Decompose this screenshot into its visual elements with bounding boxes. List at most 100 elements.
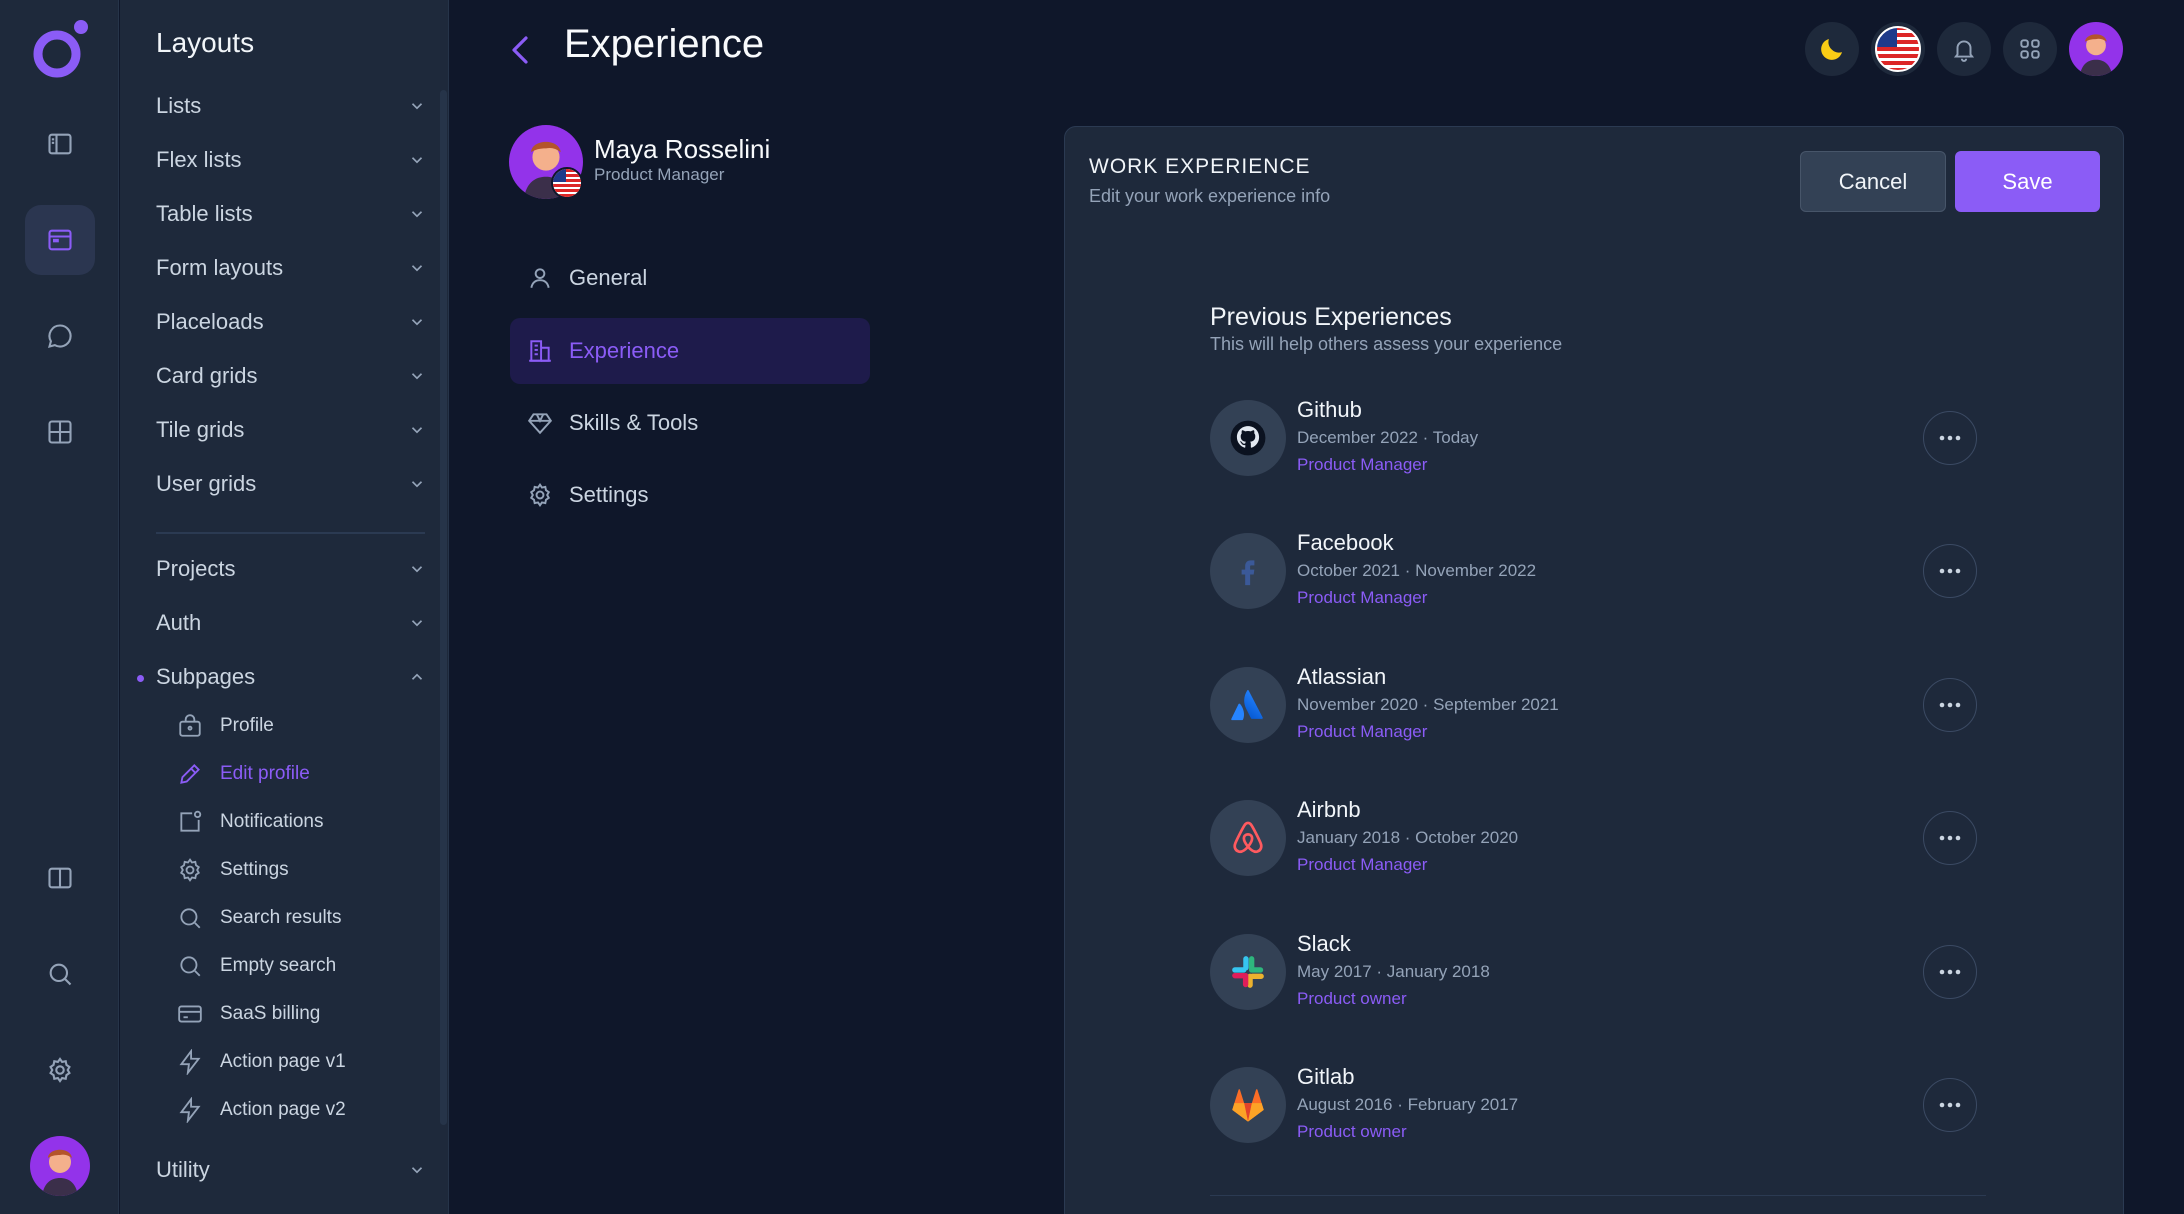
- profile-name: Maya Rosselini: [594, 134, 771, 164]
- tab-experience[interactable]: Experience: [510, 318, 870, 384]
- menu-item-tile-grids[interactable]: Tile grids: [156, 410, 426, 450]
- work-experience-card: WORK EXPERIENCE Edit your work experienc…: [1064, 126, 2124, 1214]
- experience-dates: January 2018 · October 2020: [1297, 828, 1519, 847]
- chevron-down-icon: [411, 265, 423, 272]
- more-options-button[interactable]: [1923, 544, 1977, 598]
- lock-icon: [176, 712, 204, 740]
- menu-item-card-grids[interactable]: Card grids: [156, 356, 426, 396]
- menu-item-auth[interactable]: Auth: [156, 603, 426, 643]
- chevron-down-icon: [411, 157, 423, 164]
- more-options-button[interactable]: [1923, 1078, 1977, 1132]
- subpage-label: Notifications: [220, 811, 324, 832]
- ellipsis-icon: [1939, 835, 1961, 841]
- atlassian-icon: [1210, 667, 1286, 743]
- section-subtitle: This will help others assess your experi…: [1210, 334, 1563, 354]
- slack-icon: [1210, 934, 1286, 1010]
- columns-icon[interactable]: [25, 843, 95, 913]
- subpage-profile[interactable]: Profile: [176, 708, 274, 744]
- menu-item-lists[interactable]: Lists: [156, 86, 426, 126]
- subpage-edit-profile[interactable]: Edit profile: [176, 756, 310, 792]
- card-subtitle: Edit your work experience info: [1089, 186, 1331, 206]
- experience-role[interactable]: Product Manager: [1297, 588, 1427, 608]
- tab-label: Experience: [569, 338, 680, 363]
- us-flag-icon: [551, 167, 583, 199]
- menu-item-label: Tile grids: [156, 417, 245, 442]
- experience-dates: December 2022 · Today: [1297, 428, 1479, 447]
- menu-item-form-layouts[interactable]: Form layouts: [156, 248, 426, 288]
- search-icon[interactable]: [25, 939, 95, 1009]
- notification-square-icon: [176, 808, 204, 836]
- lightning-icon: [176, 1096, 204, 1124]
- back-arrow-icon[interactable]: [505, 30, 535, 70]
- experience-role[interactable]: Product owner: [1297, 989, 1407, 1009]
- apps-button[interactable]: [2003, 22, 2057, 76]
- menu-divider: [156, 532, 425, 534]
- experience-item: Github December 2022 · Today Product Man…: [1210, 397, 1986, 479]
- menu-item-placeloads[interactable]: Placeloads: [156, 302, 426, 342]
- subpage-action-page-v2[interactable]: Action page v2: [176, 1092, 346, 1128]
- menu-item-subpages[interactable]: Subpages: [156, 657, 426, 697]
- pencil-icon: [176, 760, 204, 788]
- more-options-button[interactable]: [1923, 811, 1977, 865]
- tab-skills-tools[interactable]: Skills & Tools: [510, 390, 870, 456]
- subpage-saas-billing[interactable]: SaaS billing: [176, 996, 320, 1032]
- bell-icon: [1953, 40, 1975, 62]
- grid-icon[interactable]: [25, 397, 95, 467]
- gear-icon[interactable]: [25, 1035, 95, 1105]
- subpage-empty-search[interactable]: Empty search: [176, 948, 336, 984]
- language-selector[interactable]: [1871, 22, 1925, 76]
- subpage-notifications[interactable]: Notifications: [176, 804, 324, 840]
- subpage-label: Action page v2: [220, 1099, 346, 1120]
- chat-icon[interactable]: [25, 301, 95, 371]
- apps-grid-icon: [2020, 39, 2040, 59]
- more-options-button[interactable]: [1923, 678, 1977, 732]
- cancel-button[interactable]: Cancel: [1800, 151, 1946, 212]
- company-name: Github: [1297, 397, 1362, 422]
- company-name: Slack: [1297, 931, 1351, 956]
- chevron-down-icon: [411, 566, 423, 573]
- experience-role[interactable]: Product owner: [1297, 1122, 1407, 1142]
- header-avatar[interactable]: [2069, 22, 2123, 76]
- lightning-icon: [176, 1048, 204, 1076]
- menu-item-utility[interactable]: Utility: [156, 1150, 426, 1190]
- menu-item-label: Form layouts: [156, 255, 284, 280]
- menu-item-projects[interactable]: Projects: [156, 549, 426, 589]
- notifications-button[interactable]: [1937, 22, 1991, 76]
- menu-item-label: Utility: [156, 1157, 210, 1182]
- more-options-button[interactable]: [1923, 411, 1977, 465]
- menu-title: Layouts: [156, 27, 255, 58]
- subpage-label: Settings: [220, 859, 289, 880]
- layouts-icon[interactable]: [25, 205, 95, 275]
- subpage-search-results[interactable]: Search results: [176, 900, 341, 936]
- dark-mode-toggle[interactable]: [1805, 22, 1859, 76]
- menu-item-table-lists[interactable]: Table lists: [156, 194, 426, 234]
- airbnb-icon: [1210, 800, 1286, 876]
- user-avatar[interactable]: [30, 1136, 90, 1196]
- menu-item-label: Subpages: [156, 664, 256, 689]
- page-title: Experience: [564, 22, 765, 66]
- credit-card-icon: [176, 1000, 204, 1028]
- tab-general[interactable]: General: [510, 245, 870, 311]
- experience-role[interactable]: Product Manager: [1297, 855, 1427, 875]
- gitlab-icon: [1210, 1067, 1286, 1143]
- subpage-label: Action page v1: [220, 1051, 346, 1072]
- app-logo[interactable]: [30, 18, 90, 80]
- chevron-down-icon: [411, 427, 423, 434]
- ellipsis-icon: [1939, 702, 1961, 708]
- save-button[interactable]: Save: [1955, 151, 2100, 212]
- user-icon: [530, 268, 550, 288]
- experience-role[interactable]: Product Manager: [1297, 455, 1427, 475]
- menu-item-flex-lists[interactable]: Flex lists: [156, 140, 426, 180]
- tab-settings[interactable]: Settings: [510, 462, 870, 528]
- menu-item-label: Auth: [156, 610, 202, 635]
- sidebar-toggle-icon[interactable]: [25, 109, 95, 179]
- menu-item-user-grids[interactable]: User grids: [156, 464, 426, 504]
- more-options-button[interactable]: [1923, 945, 1977, 999]
- subpage-action-page-v1[interactable]: Action page v1: [176, 1044, 346, 1080]
- subpage-settings[interactable]: Settings: [176, 852, 289, 888]
- experience-item: Facebook October 2021 · November 2022 Pr…: [1210, 530, 1986, 612]
- tab-label: Skills & Tools: [569, 410, 699, 435]
- menu-item-label: Lists: [156, 93, 202, 118]
- experience-role[interactable]: Product Manager: [1297, 722, 1427, 742]
- menu-scrollbar[interactable]: [440, 90, 447, 1125]
